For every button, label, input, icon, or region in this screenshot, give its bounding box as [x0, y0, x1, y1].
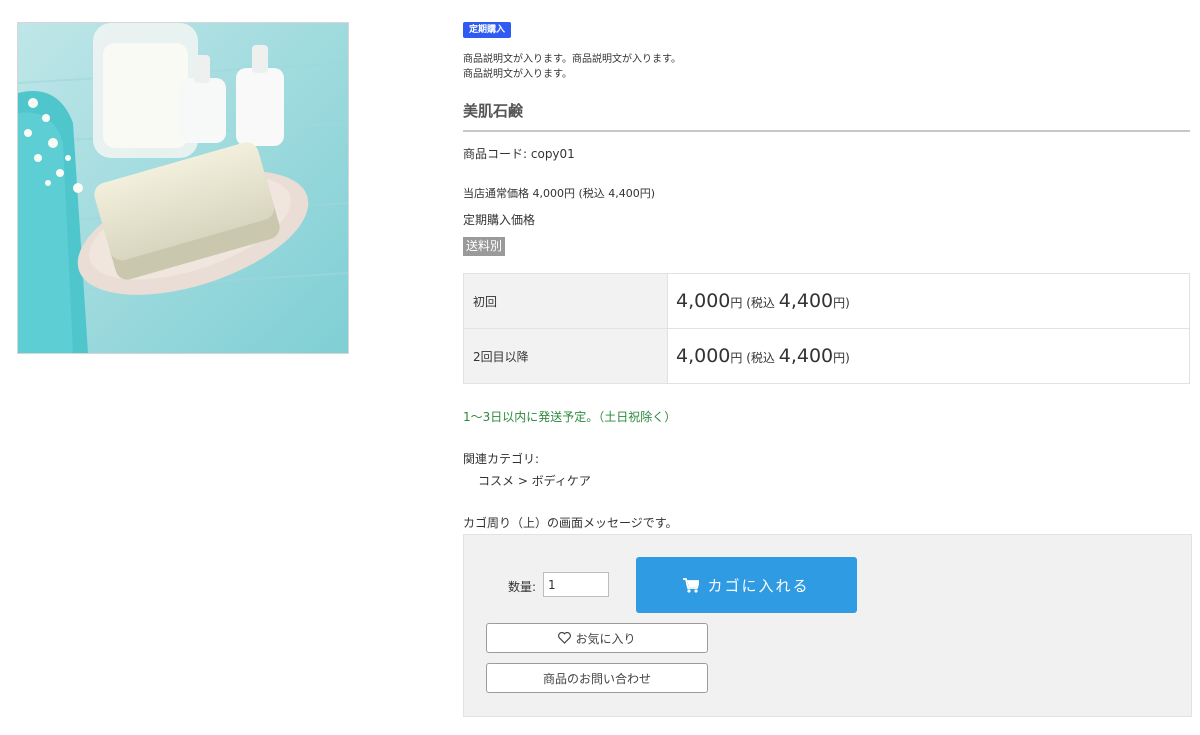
- quantity-label: 数量:: [508, 580, 537, 594]
- price-row-subsequent: 2回目以降 4,000円 (税込 4,400円): [463, 328, 1190, 384]
- cart-message: カゴ周り（上）の画面メッセージです。: [463, 516, 678, 530]
- description-line-1: 商品説明文が入ります。商品説明文が入ります。: [463, 54, 681, 65]
- inquiry-button[interactable]: 商品のお問い合わせ: [486, 663, 708, 693]
- price-row-first: 初回 4,000円 (税込 4,400円): [463, 273, 1190, 329]
- tax-price: 4,400: [778, 345, 834, 367]
- shipping-note: 1〜3日以内に発送予定。（土日祝除く）: [463, 410, 677, 424]
- add-to-cart-label: カゴに入れる: [707, 576, 810, 595]
- product-image: [17, 22, 349, 354]
- tax-close: 円): [833, 351, 850, 365]
- favorite-label: お気に入り: [575, 631, 636, 646]
- heart-icon: [558, 632, 572, 644]
- shipping-tag: 送料別: [463, 237, 506, 256]
- tax-open: (税込: [742, 296, 779, 310]
- category-label: 関連カテゴリ:: [463, 452, 540, 466]
- inquiry-label: 商品のお問い合わせ: [542, 671, 651, 686]
- price-value: 4,000: [676, 345, 731, 367]
- tax-close: 円): [833, 296, 850, 310]
- quantity-input[interactable]: [543, 572, 609, 597]
- tax-open: (税込: [742, 351, 779, 365]
- description-line-2: 商品説明文が入ります。: [463, 69, 572, 80]
- subscription-price-label: 定期購入価格: [463, 213, 536, 227]
- normal-price: 当店通常価格 4,000円 (税込 4,400円): [463, 187, 656, 200]
- price-yen: 円: [730, 296, 743, 310]
- price-value: 4,000: [676, 290, 731, 312]
- product-code-value: copy01: [530, 147, 575, 161]
- price-row-label: 2回目以降: [463, 328, 668, 384]
- price-row-value: 4,000円 (税込 4,400円): [667, 273, 1190, 329]
- favorite-button[interactable]: お気に入り: [486, 623, 708, 653]
- price-row-label: 初回: [463, 273, 668, 329]
- product-code: 商品コード: copy01: [463, 145, 575, 162]
- category-path[interactable]: コスメ > ボディケア: [478, 472, 591, 489]
- product-code-label: 商品コード:: [463, 147, 528, 161]
- price-yen: 円: [730, 351, 743, 365]
- price-table: 初回 4,000円 (税込 4,400円) 2回目以降 4,000円 (税込 4…: [463, 273, 1190, 384]
- subscription-badge: 定期購入: [463, 22, 512, 38]
- tax-price: 4,400: [778, 290, 834, 312]
- cart-icon: [683, 577, 700, 593]
- product-title: 美肌石鹸: [463, 100, 1190, 132]
- cart-area: 数量: カゴに入れる お気に入り 商品のお問い合わせ: [463, 534, 1192, 717]
- price-row-value: 4,000円 (税込 4,400円): [667, 328, 1190, 384]
- add-to-cart-button[interactable]: カゴに入れる: [636, 557, 857, 613]
- product-description: 商品説明文が入ります。商品説明文が入ります。 商品説明文が入ります。: [463, 52, 681, 82]
